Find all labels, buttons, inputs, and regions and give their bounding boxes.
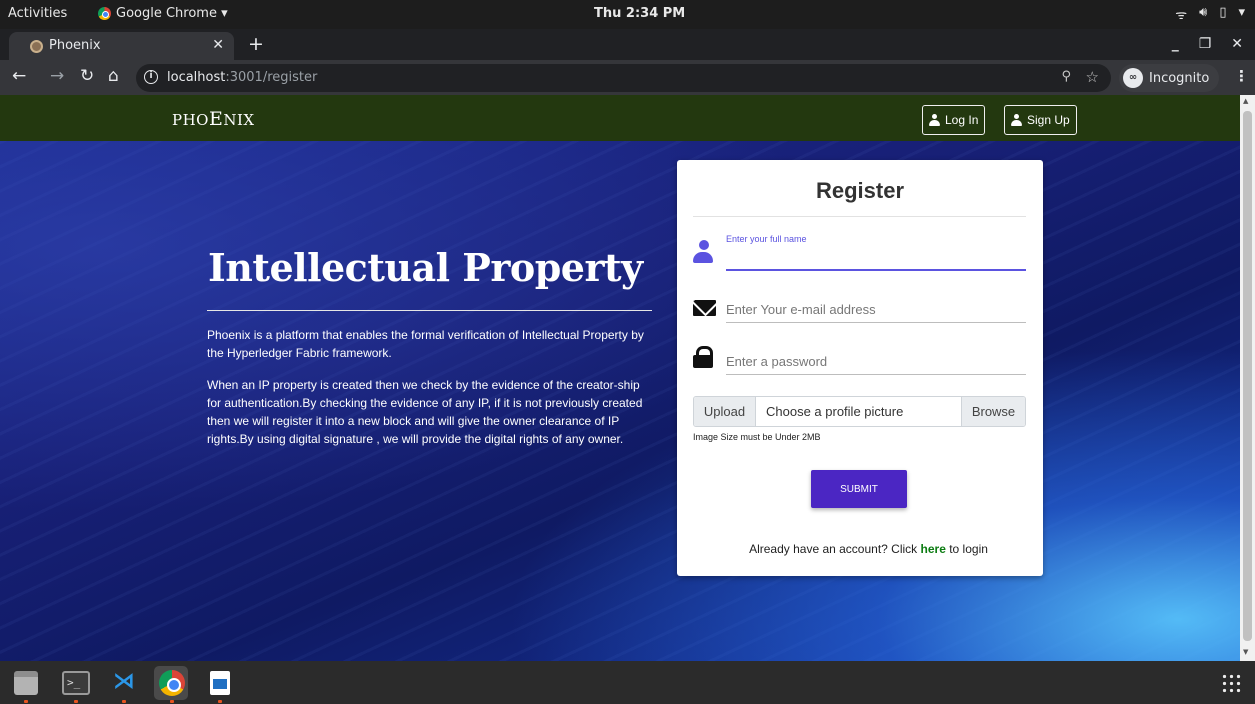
brand-suffix: NIX — [223, 111, 255, 129]
hero-title: Intellectual Property — [208, 245, 643, 290]
user-icon — [929, 114, 940, 126]
app-menu-label: Google Chrome ▾ — [116, 6, 228, 21]
upload-addon: Upload — [694, 397, 756, 426]
writer-icon[interactable] — [210, 671, 230, 695]
submit-button[interactable]: SUBMIT — [811, 470, 907, 508]
battery-icon: ▯ — [1219, 5, 1227, 20]
app-grid-icon[interactable] — [1221, 673, 1241, 693]
scroll-up-icon[interactable]: ▲ — [1243, 97, 1248, 105]
system-top-bar: Activities Google Chrome ▾ Thu 2:34 PM ᯤ… — [0, 0, 1255, 29]
url-text: localhost:3001/register — [167, 70, 317, 85]
url-host: localhost — [167, 70, 226, 85]
scroll-down-icon[interactable]: ▼ — [1243, 648, 1248, 656]
scrollbar-thumb[interactable] — [1243, 111, 1252, 641]
card-divider — [693, 216, 1026, 217]
wifi-icon: ᯤ — [1175, 8, 1188, 23]
reload-icon[interactable]: ↻ — [80, 66, 94, 86]
browse-button[interactable]: Browse — [961, 397, 1025, 426]
new-tab-button[interactable]: + — [248, 33, 264, 55]
forward-icon[interactable]: → — [50, 66, 64, 86]
chrome-icon — [98, 7, 111, 20]
browser-toolbar: ← → ↻ ⌂ i localhost:3001/register ⚲ ☆ ∞ … — [0, 60, 1255, 95]
login-prompt-suffix: to login — [945, 542, 988, 556]
bookmark-star-icon[interactable]: ☆ — [1086, 68, 1099, 86]
vscode-icon[interactable]: ⋊ — [113, 671, 135, 693]
hero-divider — [207, 310, 652, 311]
close-tab-icon[interactable]: ✕ — [212, 37, 224, 53]
files-icon[interactable] — [14, 671, 38, 695]
site-brand[interactable]: PHOENIX — [172, 108, 255, 130]
close-window-icon[interactable]: ✕ — [1231, 36, 1243, 52]
info-icon[interactable]: i — [144, 70, 158, 84]
clock[interactable]: Thu 2:34 PM — [594, 6, 685, 21]
zoom-icon[interactable]: ⚲ — [1061, 69, 1071, 84]
incognito-label: Incognito — [1149, 70, 1210, 86]
web-page: PHOENIX Log In Sign Up Intellectual Prop… — [0, 95, 1255, 661]
password-input[interactable] — [726, 349, 1026, 375]
login-button[interactable]: Log In — [922, 105, 986, 135]
hero-section: Intellectual Property Phoenix is a platf… — [0, 141, 1240, 661]
page-scrollbar[interactable]: ▲ ▼ — [1240, 95, 1255, 661]
email-input[interactable] — [726, 297, 1026, 323]
terminal-icon[interactable]: >_ — [62, 671, 90, 695]
brand-prefix: PHO — [172, 111, 209, 129]
lock-icon — [693, 346, 713, 368]
tab-phoenix[interactable]: Phoenix ✕ — [9, 32, 234, 60]
activities-button[interactable]: Activities — [8, 6, 67, 21]
site-navbar: PHOENIX Log In Sign Up — [0, 95, 1240, 141]
register-card: Register Enter your full name Upload Cho… — [677, 160, 1043, 576]
full-name-input[interactable] — [726, 245, 1026, 271]
login-here-link[interactable]: here — [921, 542, 946, 556]
browser-menu-icon[interactable]: ⋮ — [1234, 67, 1249, 85]
window-controls: _ ❐ ✕ — [1172, 36, 1243, 52]
power-menu-icon: ▾ — [1238, 5, 1245, 20]
full-name-label: Enter your full name — [726, 234, 807, 244]
minimize-icon[interactable]: _ — [1172, 36, 1179, 52]
address-bar[interactable]: i localhost:3001/register ⚲ ☆ — [136, 64, 1111, 92]
running-indicator — [218, 700, 222, 703]
system-tray[interactable]: ᯤ 🔊︎ ▯ ▾ — [1175, 5, 1245, 23]
hero-paragraph-2: When an IP property is created then we c… — [207, 378, 643, 446]
login-prompt: Already have an account? Click here to l… — [677, 542, 1060, 556]
tab-strip: Phoenix ✕ + _ ❐ ✕ — [0, 29, 1255, 60]
login-prompt-text: Already have an account? Click — [749, 542, 921, 556]
user-icon — [1011, 114, 1022, 126]
running-indicator — [74, 700, 78, 703]
hero-paragraph-1: Phoenix is a platform that enables the f… — [207, 328, 644, 360]
home-icon[interactable]: ⌂ — [108, 66, 119, 86]
app-menu[interactable]: Google Chrome ▾ — [98, 6, 228, 21]
chrome-icon[interactable] — [159, 670, 185, 696]
restore-icon[interactable]: ❐ — [1199, 36, 1212, 52]
file-input-label[interactable]: Choose a profile picture — [756, 397, 961, 426]
incognito-icon: ∞ — [1123, 68, 1143, 88]
signup-label: Sign Up — [1027, 113, 1070, 127]
phoenix-favicon-icon — [30, 40, 43, 53]
dock: >_ ⋊ — [0, 661, 1255, 704]
profile-picture-upload[interactable]: Upload Choose a profile picture Browse — [693, 396, 1026, 427]
image-size-hint: Image Size must be Under 2MB — [693, 432, 821, 442]
login-label: Log In — [945, 113, 979, 127]
volume-icon: 🔊︎ — [1199, 5, 1208, 20]
register-title: Register — [815, 178, 905, 203]
url-path: :3001/register — [225, 70, 318, 85]
tab-title: Phoenix — [49, 38, 101, 53]
incognito-badge[interactable]: ∞ Incognito — [1119, 64, 1219, 92]
back-icon[interactable]: ← — [12, 66, 26, 86]
envelope-icon — [693, 300, 716, 316]
user-icon — [693, 240, 715, 264]
running-indicator — [24, 700, 28, 703]
running-indicator — [122, 700, 126, 703]
brand-initial: E — [208, 108, 224, 130]
running-indicator — [170, 700, 174, 703]
signup-button[interactable]: Sign Up — [1004, 105, 1077, 135]
